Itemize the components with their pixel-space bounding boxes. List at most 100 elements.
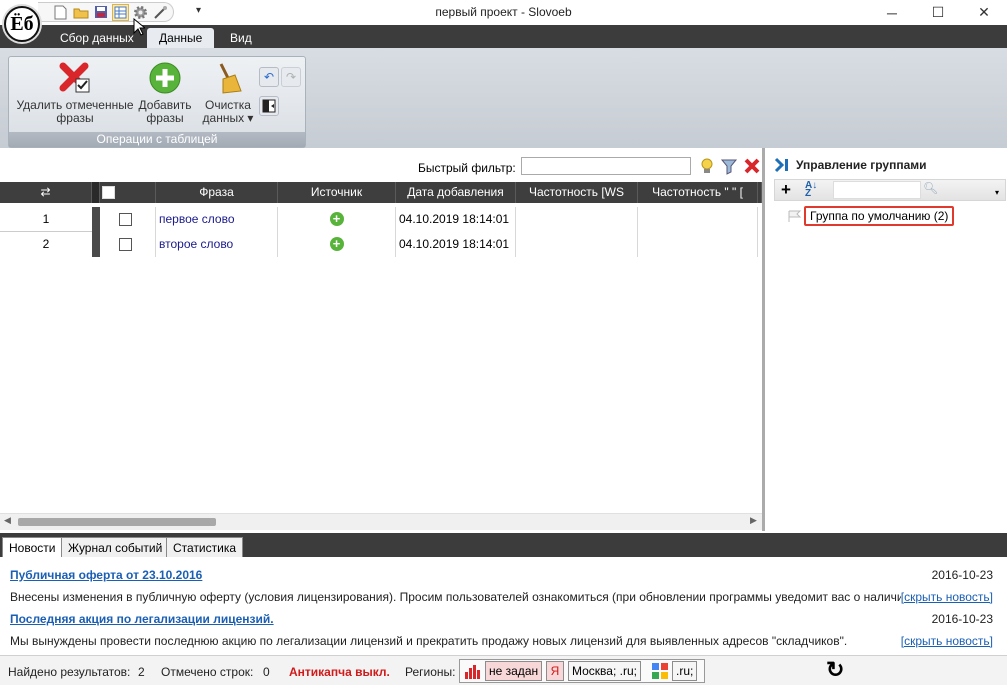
delete-marked-phrases-button[interactable]: Удалить отмеченные фразы: [15, 61, 135, 125]
filter-lamp-icon[interactable]: [697, 156, 717, 176]
column-header-frequency-ws[interactable]: Частотность [WS: [516, 182, 638, 203]
date-cell: 04.10.2019 18:14:01: [396, 232, 516, 257]
sort-arrows-icon: ⇄: [40, 185, 51, 199]
table-row[interactable]: 1 первое слово + 04.10.2019 18:14:01: [0, 207, 762, 232]
grid-header: ⇄ Фраза Источник Дата добавления Частотн…: [0, 182, 762, 203]
collapse-panel-icon[interactable]: [774, 157, 790, 176]
row-checkbox-cell: [100, 232, 156, 257]
filter-funnel-icon[interactable]: [719, 156, 739, 176]
scroll-left-icon[interactable]: ◀: [4, 515, 11, 526]
scrollbar-thumb[interactable]: [18, 518, 216, 526]
regions-label: Регионы:: [405, 665, 456, 679]
column-header-source[interactable]: Источник: [278, 182, 396, 203]
news-title[interactable]: Последняя акция по легализации лицензий.: [10, 612, 274, 626]
news-text: Внесены изменения в публичную оферту (ус…: [10, 590, 982, 604]
groups-panel-title: Управление группами: [796, 158, 927, 172]
clear-filter-icon[interactable]: [742, 156, 762, 176]
clear-button-label-2: данных ▾: [202, 111, 254, 125]
undo-icon: ↶: [263, 70, 275, 84]
region-google[interactable]: .ru;: [672, 661, 698, 681]
delete-button-label-2: фразы: [56, 111, 94, 125]
app-logo-button[interactable]: Ёб: [4, 6, 40, 42]
marked-rows-value: 0: [263, 665, 270, 679]
mouse-cursor-icon: [133, 18, 145, 36]
groups-pane: Управление группами + A↓ Z 🔍︎ ▾ Группа по…: [768, 148, 1007, 531]
source-add-icon: +: [329, 212, 344, 226]
row-checkbox[interactable]: [119, 238, 132, 252]
row-selector[interactable]: [92, 232, 100, 257]
google-icon: [651, 662, 669, 680]
marked-rows-label: Отмечено строк:: [161, 665, 254, 679]
phrase-cell[interactable]: первое слово: [156, 207, 278, 232]
ribbon-body: Удалить отмеченные фразы Добавить фразы …: [0, 48, 1007, 148]
minimize-button[interactable]: ─: [869, 0, 915, 25]
row-selector[interactable]: [92, 207, 100, 232]
hide-news-link[interactable]: [скрыть новость]: [900, 590, 993, 604]
groups-toolbar: + A↓ Z 🔍︎ ▾: [774, 179, 1006, 201]
source-cell: +: [278, 232, 396, 257]
quick-filter-input[interactable]: [521, 157, 691, 175]
news-date: 2016-10-23: [931, 568, 993, 582]
column-header-date[interactable]: Дата добавления: [396, 182, 516, 203]
source-add-icon: +: [329, 237, 344, 251]
hide-news-link[interactable]: [скрыть новость]: [900, 634, 993, 648]
row-checkbox-cell: [100, 207, 156, 232]
close-button[interactable]: ✕: [961, 0, 1007, 25]
table-row[interactable]: 2 второе слово + 04.10.2019 18:14:01: [0, 232, 762, 257]
group-tree-item[interactable]: Группа по умолчанию (2): [804, 206, 955, 226]
row-number-header[interactable]: ⇄: [0, 182, 92, 203]
undo-button[interactable]: ↶: [259, 67, 279, 87]
maximize-button[interactable]: ☐: [915, 0, 961, 25]
column-header-phrase[interactable]: Фраза: [156, 182, 278, 203]
column-header-frequency-quoted[interactable]: Частотность " " [: [638, 182, 758, 203]
column-header-overflow: [758, 182, 762, 203]
news-title[interactable]: Публичная оферта от 23.10.2016: [10, 568, 202, 582]
anticaptcha-status[interactable]: Антикапча выкл.: [289, 665, 390, 679]
region-yandex[interactable]: Москва; .ru;: [568, 661, 641, 681]
row-number: 1: [0, 207, 92, 232]
tab-data[interactable]: Данные: [147, 28, 215, 48]
horizontal-scrollbar[interactable]: ◀ ▶: [0, 513, 762, 530]
ribbon-tab-bar: Сбор данных Данные Вид: [0, 25, 1007, 48]
flag-icon: [788, 210, 802, 225]
broom-icon: [211, 61, 245, 95]
tab-data-collection[interactable]: Сбор данных: [48, 28, 146, 48]
title-bar: Ёб ▾ первый проект - Slovoeb ─ ☐ ✕: [0, 0, 1007, 42]
toggle-panel-button[interactable]: [259, 96, 279, 116]
status-bar: Найдено результатов: 2 Отмечено строк: 0…: [0, 655, 1007, 685]
tab-news[interactable]: Новости: [2, 537, 63, 557]
phrase-cell[interactable]: второе слово: [156, 232, 278, 257]
news-panel: Публичная оферта от 23.10.2016 2016-10-2…: [0, 557, 1007, 653]
tab-view[interactable]: Вид: [218, 28, 264, 48]
panel-toggle-icon: [262, 99, 276, 113]
add-group-icon[interactable]: +: [781, 180, 791, 200]
region-wordstat[interactable]: не задан: [485, 661, 543, 681]
group-search-input[interactable]: [833, 181, 921, 199]
date-cell: 04.10.2019 18:14:01: [396, 207, 516, 232]
group-caption: Операции с таблицей: [9, 132, 305, 147]
source-cell: +: [278, 207, 396, 232]
add-plus-icon: [148, 61, 182, 95]
yandex-icon: Я: [546, 661, 564, 681]
redo-button[interactable]: ↷: [281, 67, 301, 87]
sort-az-icon[interactable]: A↓ Z: [805, 181, 817, 199]
tab-event-log[interactable]: Журнал событий: [61, 537, 170, 557]
add-phrases-button[interactable]: Добавить фразы: [138, 61, 192, 125]
row-selector-header: [92, 182, 100, 203]
frequency-quoted-cell: [638, 207, 758, 232]
tab-statistics[interactable]: Статистика: [166, 537, 244, 557]
refresh-icon[interactable]: ↻: [826, 657, 844, 683]
row-checkbox[interactable]: [119, 213, 132, 227]
select-all-header[interactable]: [100, 182, 156, 203]
found-results-label: Найдено результатов:: [8, 665, 131, 679]
search-icon[interactable]: 🔍︎: [923, 181, 938, 195]
add-button-label-2: фразы: [146, 111, 184, 125]
row-number: 2: [42, 237, 50, 251]
toolbar-overflow-icon[interactable]: ▾: [995, 188, 999, 197]
clear-data-button[interactable]: Очистка данных ▾: [201, 61, 255, 125]
redo-icon: ↷: [285, 70, 297, 84]
bottom-tab-bar: Новости Журнал событий Статистика: [0, 533, 1007, 557]
select-all-checkbox[interactable]: [102, 186, 115, 200]
wordstat-chart-icon: [464, 664, 482, 683]
scroll-right-icon[interactable]: ▶: [750, 515, 757, 526]
